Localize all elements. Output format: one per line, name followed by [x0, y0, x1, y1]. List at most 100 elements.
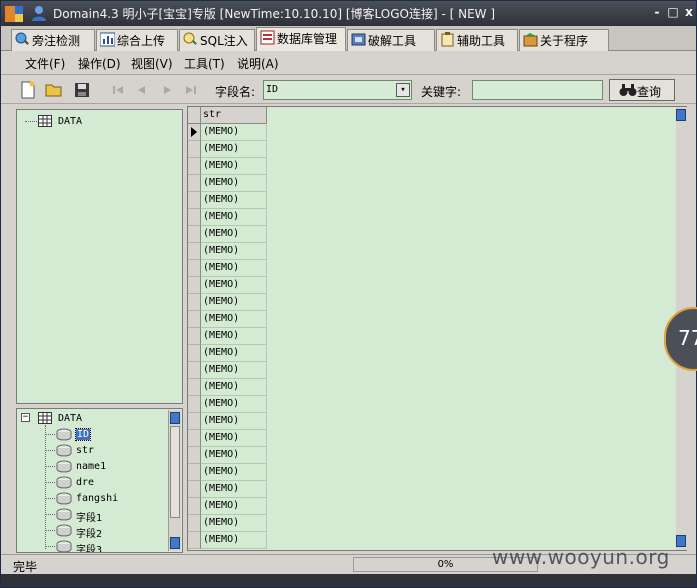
table-cell[interactable]: (MEMO): [201, 260, 267, 277]
collapse-icon[interactable]: −: [21, 413, 30, 422]
table-cell[interactable]: (MEMO): [201, 362, 267, 379]
prev-record-icon[interactable]: [133, 81, 151, 99]
field-name-select[interactable]: ID ▾: [263, 80, 412, 100]
query-button[interactable]: 查询: [609, 79, 675, 101]
tree-node-field[interactable]: dre: [45, 475, 155, 491]
table-cell[interactable]: (MEMO): [201, 430, 267, 447]
tree-label: str: [76, 445, 95, 456]
tree-node-field[interactable]: str: [45, 443, 155, 459]
tab-aux-tools[interactable]: 辅助工具: [436, 29, 518, 51]
row-indicator[interactable]: [188, 158, 201, 175]
row-indicator[interactable]: [188, 277, 201, 294]
row-indicator[interactable]: [188, 141, 201, 158]
row-indicator[interactable]: [188, 413, 201, 430]
table-cell[interactable]: (MEMO): [201, 226, 267, 243]
table-cell[interactable]: (MEMO): [201, 498, 267, 515]
table-cell[interactable]: (MEMO): [201, 481, 267, 498]
row-indicator[interactable]: [188, 294, 201, 311]
menu-view[interactable]: 视图(V): [131, 55, 173, 72]
row-indicator[interactable]: [188, 311, 201, 328]
table-cell[interactable]: (MEMO): [201, 396, 267, 413]
last-record-icon[interactable]: [182, 81, 200, 99]
table-cell[interactable]: (MEMO): [201, 328, 267, 345]
table-cell[interactable]: (MEMO): [201, 243, 267, 260]
row-indicator[interactable]: [188, 175, 201, 192]
table-cell[interactable]: (MEMO): [201, 124, 267, 141]
table-cell[interactable]: (MEMO): [201, 294, 267, 311]
tree-node-field[interactable]: name1: [45, 459, 155, 475]
table-cell[interactable]: (MEMO): [201, 379, 267, 396]
row-indicator[interactable]: [188, 515, 201, 532]
column-header-str[interactable]: str: [201, 107, 267, 124]
row-indicator[interactable]: [188, 498, 201, 515]
menu-operate[interactable]: 操作(D): [78, 55, 121, 72]
close-button[interactable]: x: [682, 5, 696, 19]
keyword-input[interactable]: [472, 80, 603, 100]
row-indicator[interactable]: [188, 464, 201, 481]
chevron-down-icon[interactable]: ▾: [396, 83, 410, 97]
table-cell[interactable]: (MEMO): [201, 277, 267, 294]
tab-database-manager[interactable]: 数据库管理: [256, 27, 346, 52]
title-bar[interactable]: Domain4.3 明小子[宝宝]专版 [NewTime:10.10.10] […: [1, 1, 696, 26]
row-indicator[interactable]: [188, 345, 201, 362]
tab-upload[interactable]: 综合上传: [96, 29, 178, 51]
menu-help[interactable]: 说明(A): [237, 55, 279, 72]
row-indicator[interactable]: [188, 430, 201, 447]
tab-label: 数据库管理: [277, 32, 338, 46]
new-file-icon[interactable]: [19, 81, 37, 99]
table-cell[interactable]: (MEMO): [201, 141, 267, 158]
table-cell[interactable]: (MEMO): [201, 532, 267, 549]
table-cell[interactable]: (MEMO): [201, 345, 267, 362]
next-record-icon[interactable]: [158, 81, 176, 99]
table-cell[interactable]: (MEMO): [201, 209, 267, 226]
scroll-down-icon[interactable]: [676, 535, 686, 547]
table-cell[interactable]: (MEMO): [201, 413, 267, 430]
tree-node-field[interactable]: 字段3: [45, 539, 155, 552]
row-indicator[interactable]: [188, 209, 201, 226]
field-icon: [56, 444, 72, 457]
tab-side-scan[interactable]: 旁注检测: [11, 29, 95, 51]
scroll-up-icon[interactable]: [170, 412, 180, 424]
row-indicator[interactable]: [188, 260, 201, 277]
row-indicator[interactable]: [188, 362, 201, 379]
tab-about[interactable]: 关于程序: [519, 29, 609, 51]
field-tree-scrollbar[interactable]: [168, 410, 181, 551]
open-folder-icon[interactable]: [45, 81, 63, 99]
row-indicator[interactable]: [188, 481, 201, 498]
tree-node-root[interactable]: DATA: [25, 114, 145, 130]
scroll-thumb[interactable]: [170, 426, 180, 518]
menu-file[interactable]: 文件(F): [25, 55, 65, 72]
table-cell[interactable]: (MEMO): [201, 311, 267, 328]
tree-node-field[interactable]: 字段1: [45, 507, 155, 524]
table-cell[interactable]: (MEMO): [201, 447, 267, 464]
scroll-up-icon[interactable]: [676, 109, 686, 121]
first-record-icon[interactable]: [109, 81, 127, 99]
save-icon[interactable]: [73, 81, 91, 99]
table-cell[interactable]: (MEMO): [201, 175, 267, 192]
tree-label: 字段2: [76, 529, 103, 540]
row-indicator[interactable]: [188, 447, 201, 464]
row-indicator[interactable]: [188, 532, 201, 549]
maximize-button[interactable]: □: [666, 5, 680, 19]
table-cell[interactable]: (MEMO): [201, 192, 267, 209]
tree-node-field[interactable]: fangshi: [45, 491, 155, 507]
row-indicator[interactable]: [188, 396, 201, 413]
table-cell[interactable]: (MEMO): [201, 515, 267, 532]
row-indicator[interactable]: [188, 124, 201, 141]
row-indicator[interactable]: [188, 226, 201, 243]
row-indicator[interactable]: [188, 328, 201, 345]
row-indicator[interactable]: [188, 379, 201, 396]
scroll-down-icon[interactable]: [170, 537, 180, 549]
row-indicator[interactable]: [188, 243, 201, 260]
toolbar: 字段名: ID ▾ 关键字: 查询: [1, 76, 696, 104]
tab-crack-tools[interactable]: 破解工具: [347, 29, 435, 51]
minimize-button[interactable]: -: [650, 5, 664, 19]
table-cell[interactable]: (MEMO): [201, 464, 267, 481]
tab-sql-injection[interactable]: SQL注入: [179, 29, 255, 51]
row-indicator[interactable]: [188, 192, 201, 209]
tree-node-field[interactable]: 字段2: [45, 523, 155, 540]
tree-node-table[interactable]: − DATA: [21, 411, 151, 427]
table-cell[interactable]: (MEMO): [201, 158, 267, 175]
menu-tools[interactable]: 工具(T): [184, 55, 225, 72]
tree-node-field[interactable]: ID: [45, 427, 155, 443]
